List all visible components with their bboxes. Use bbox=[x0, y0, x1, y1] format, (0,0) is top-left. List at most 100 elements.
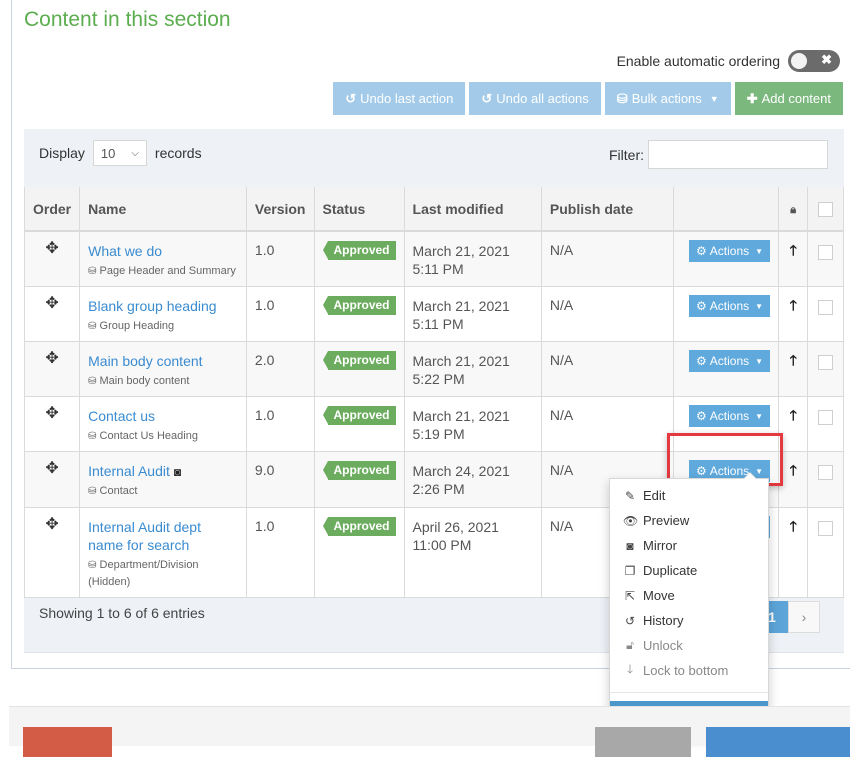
content-name-link[interactable]: Internal Audit dept name for search bbox=[88, 519, 201, 553]
lock-to-top-cell: 🡑 bbox=[778, 230, 809, 287]
bulk-actions-button[interactable]: ⛁ Bulk actions ▼ bbox=[604, 82, 731, 115]
toggle-knob bbox=[791, 53, 807, 69]
footer-cancel-button[interactable] bbox=[595, 727, 691, 757]
move-icon: ✥ bbox=[45, 240, 59, 257]
select-cell bbox=[807, 507, 844, 598]
display-label: Display bbox=[39, 145, 85, 161]
close-icon: ✖ bbox=[821, 52, 832, 67]
menu-item-label: Mirror bbox=[643, 538, 677, 553]
arrow-up-icon[interactable]: 🡑 bbox=[790, 297, 797, 313]
last-modified-cell: April 26, 2021 11:00 PM bbox=[403, 507, 542, 598]
menu-item-unlock[interactable]: 🔓︎ Unlock bbox=[610, 633, 768, 658]
row-checkbox[interactable] bbox=[818, 300, 834, 315]
gear-icon: ⚙ bbox=[696, 409, 707, 423]
row-checkbox[interactable] bbox=[818, 355, 834, 370]
auto-ordering-toggle[interactable]: ✖ bbox=[788, 50, 840, 72]
select-all-checkbox[interactable] bbox=[818, 201, 834, 217]
last-modified-cell: March 24, 2021 2:26 PM bbox=[403, 451, 542, 508]
add-content-label: Add content bbox=[761, 91, 831, 106]
row-checkbox[interactable] bbox=[818, 465, 834, 480]
row-checkbox[interactable] bbox=[818, 245, 834, 260]
undo-last-action-button[interactable]: ↺ Undo last action bbox=[333, 82, 466, 115]
column-header-publish-date[interactable]: Publish date bbox=[540, 187, 675, 232]
content-type: ⛁ Department/Division (Hidden) bbox=[88, 557, 238, 591]
drag-handle[interactable]: ✥ bbox=[23, 341, 81, 397]
drag-handle[interactable]: ✥ bbox=[23, 507, 81, 598]
content-type-label: Page Header and Summary bbox=[99, 265, 236, 277]
version-cell: 1.0 bbox=[245, 507, 315, 598]
arrow-up-icon[interactable]: 🡑 bbox=[790, 518, 797, 534]
undo-all-actions-button[interactable]: ↺ Undo all actions bbox=[469, 82, 601, 115]
menu-item-mirror[interactable]: ◙ Mirror bbox=[610, 533, 768, 558]
column-header-lock: 🔒︎ bbox=[778, 187, 809, 232]
content-type-label: Contact Us Heading bbox=[99, 430, 198, 442]
cubes-icon: ⛁ bbox=[88, 266, 97, 277]
content-name-link[interactable]: Contact us bbox=[88, 408, 155, 424]
duplicate-icon: ❐ bbox=[624, 563, 636, 578]
arrow-up-icon[interactable]: 🡑 bbox=[790, 352, 797, 368]
footer-save-button[interactable] bbox=[706, 727, 850, 757]
status-cell: Approved bbox=[313, 507, 405, 598]
column-header-name[interactable]: Name bbox=[79, 187, 247, 232]
status-badge: Approved bbox=[322, 241, 396, 260]
column-header-last-modified[interactable]: Last modified bbox=[403, 187, 542, 232]
records-per-page-select[interactable]: 10 ⌵ bbox=[92, 140, 147, 166]
filter-input[interactable] bbox=[648, 140, 828, 169]
publish-date-cell: N/A bbox=[540, 341, 675, 397]
actions-button[interactable]: ⚙ Actions ▼ bbox=[689, 350, 771, 372]
caret-down-icon: ▼ bbox=[755, 301, 764, 311]
arrow-up-icon[interactable]: 🡑 bbox=[790, 242, 797, 258]
content-type: ⛁ Page Header and Summary bbox=[88, 263, 238, 280]
content-type-label: Group Heading bbox=[99, 320, 175, 332]
filter-label: Filter: bbox=[609, 146, 644, 163]
undo-all-label: Undo all actions bbox=[496, 91, 589, 106]
arrow-up-icon[interactable]: 🡑 bbox=[790, 462, 797, 478]
table-row: ✥ Main body content ⛁ Main body content 2… bbox=[23, 341, 844, 397]
menu-item-duplicate[interactable]: ❐ Duplicate bbox=[610, 558, 768, 583]
publish-date-cell: N/A bbox=[540, 286, 675, 342]
drag-handle[interactable]: ✥ bbox=[23, 451, 81, 508]
row-checkbox[interactable] bbox=[818, 410, 834, 425]
content-name-link[interactable]: What we do bbox=[88, 243, 162, 259]
select-cell bbox=[807, 451, 844, 508]
cubes-icon: ⛁ bbox=[88, 486, 97, 497]
content-name-link[interactable]: Blank group heading bbox=[88, 298, 216, 314]
actions-button[interactable]: ⚙ Actions ▼ bbox=[689, 295, 771, 317]
publish-date-cell: N/A bbox=[540, 230, 675, 287]
name-cell: Main body content ⛁ Main body content bbox=[79, 341, 247, 397]
table-row: ✥ What we do ⛁ Page Header and Summary 1.… bbox=[23, 230, 844, 287]
last-modified-cell: March 21, 2021 5:22 PM bbox=[403, 341, 542, 397]
actions-button[interactable]: ⚙ Actions ▼ bbox=[689, 405, 771, 427]
menu-divider bbox=[610, 692, 768, 693]
column-header-order[interactable]: Order bbox=[23, 187, 81, 232]
drag-handle[interactable]: ✥ bbox=[23, 230, 81, 287]
row-checkbox[interactable] bbox=[818, 521, 834, 536]
select-cell bbox=[807, 396, 844, 452]
actions-button[interactable]: ⚙ Actions ▼ bbox=[689, 240, 771, 262]
content-name-link[interactable]: Internal Audit bbox=[88, 463, 170, 479]
actions-cell: ⚙ Actions ▼ bbox=[672, 341, 780, 397]
menu-item-move[interactable]: ⇱ Move bbox=[610, 583, 768, 608]
menu-item-history[interactable]: ↺ History bbox=[610, 608, 768, 633]
column-header-status[interactable]: Status bbox=[313, 187, 405, 232]
footer-delete-button[interactable] bbox=[23, 727, 112, 757]
cubes-icon: ⛁ bbox=[616, 90, 628, 106]
arrow-up-icon[interactable]: 🡑 bbox=[790, 407, 797, 423]
column-header-version[interactable]: Version bbox=[245, 187, 315, 232]
drag-handle[interactable]: ✥ bbox=[23, 286, 81, 342]
caret-down-icon: ▼ bbox=[755, 411, 764, 421]
version-cell: 9.0 bbox=[245, 451, 315, 508]
menu-item-lock-to-bottom[interactable]: 🡓 Lock to bottom bbox=[610, 658, 768, 683]
actions-label: Actions bbox=[709, 354, 750, 368]
caret-down-icon: ▼ bbox=[755, 246, 764, 256]
showing-entries-info: Showing 1 to 6 of 6 entries bbox=[39, 605, 205, 621]
add-content-button[interactable]: ✚ Add content bbox=[734, 82, 843, 115]
move-icon: ✥ bbox=[45, 295, 59, 312]
content-name-link[interactable]: Main body content bbox=[88, 353, 202, 369]
menu-item-preview[interactable]: 👁︎ Preview bbox=[610, 508, 768, 533]
menu-item-edit[interactable]: ✎ Edit bbox=[610, 483, 768, 508]
drag-handle[interactable]: ✥ bbox=[23, 396, 81, 452]
chevron-down-icon: ⌵ bbox=[131, 147, 139, 159]
auto-ordering-label: Enable automatic ordering bbox=[616, 53, 780, 69]
next-page-button[interactable]: › bbox=[788, 601, 820, 633]
